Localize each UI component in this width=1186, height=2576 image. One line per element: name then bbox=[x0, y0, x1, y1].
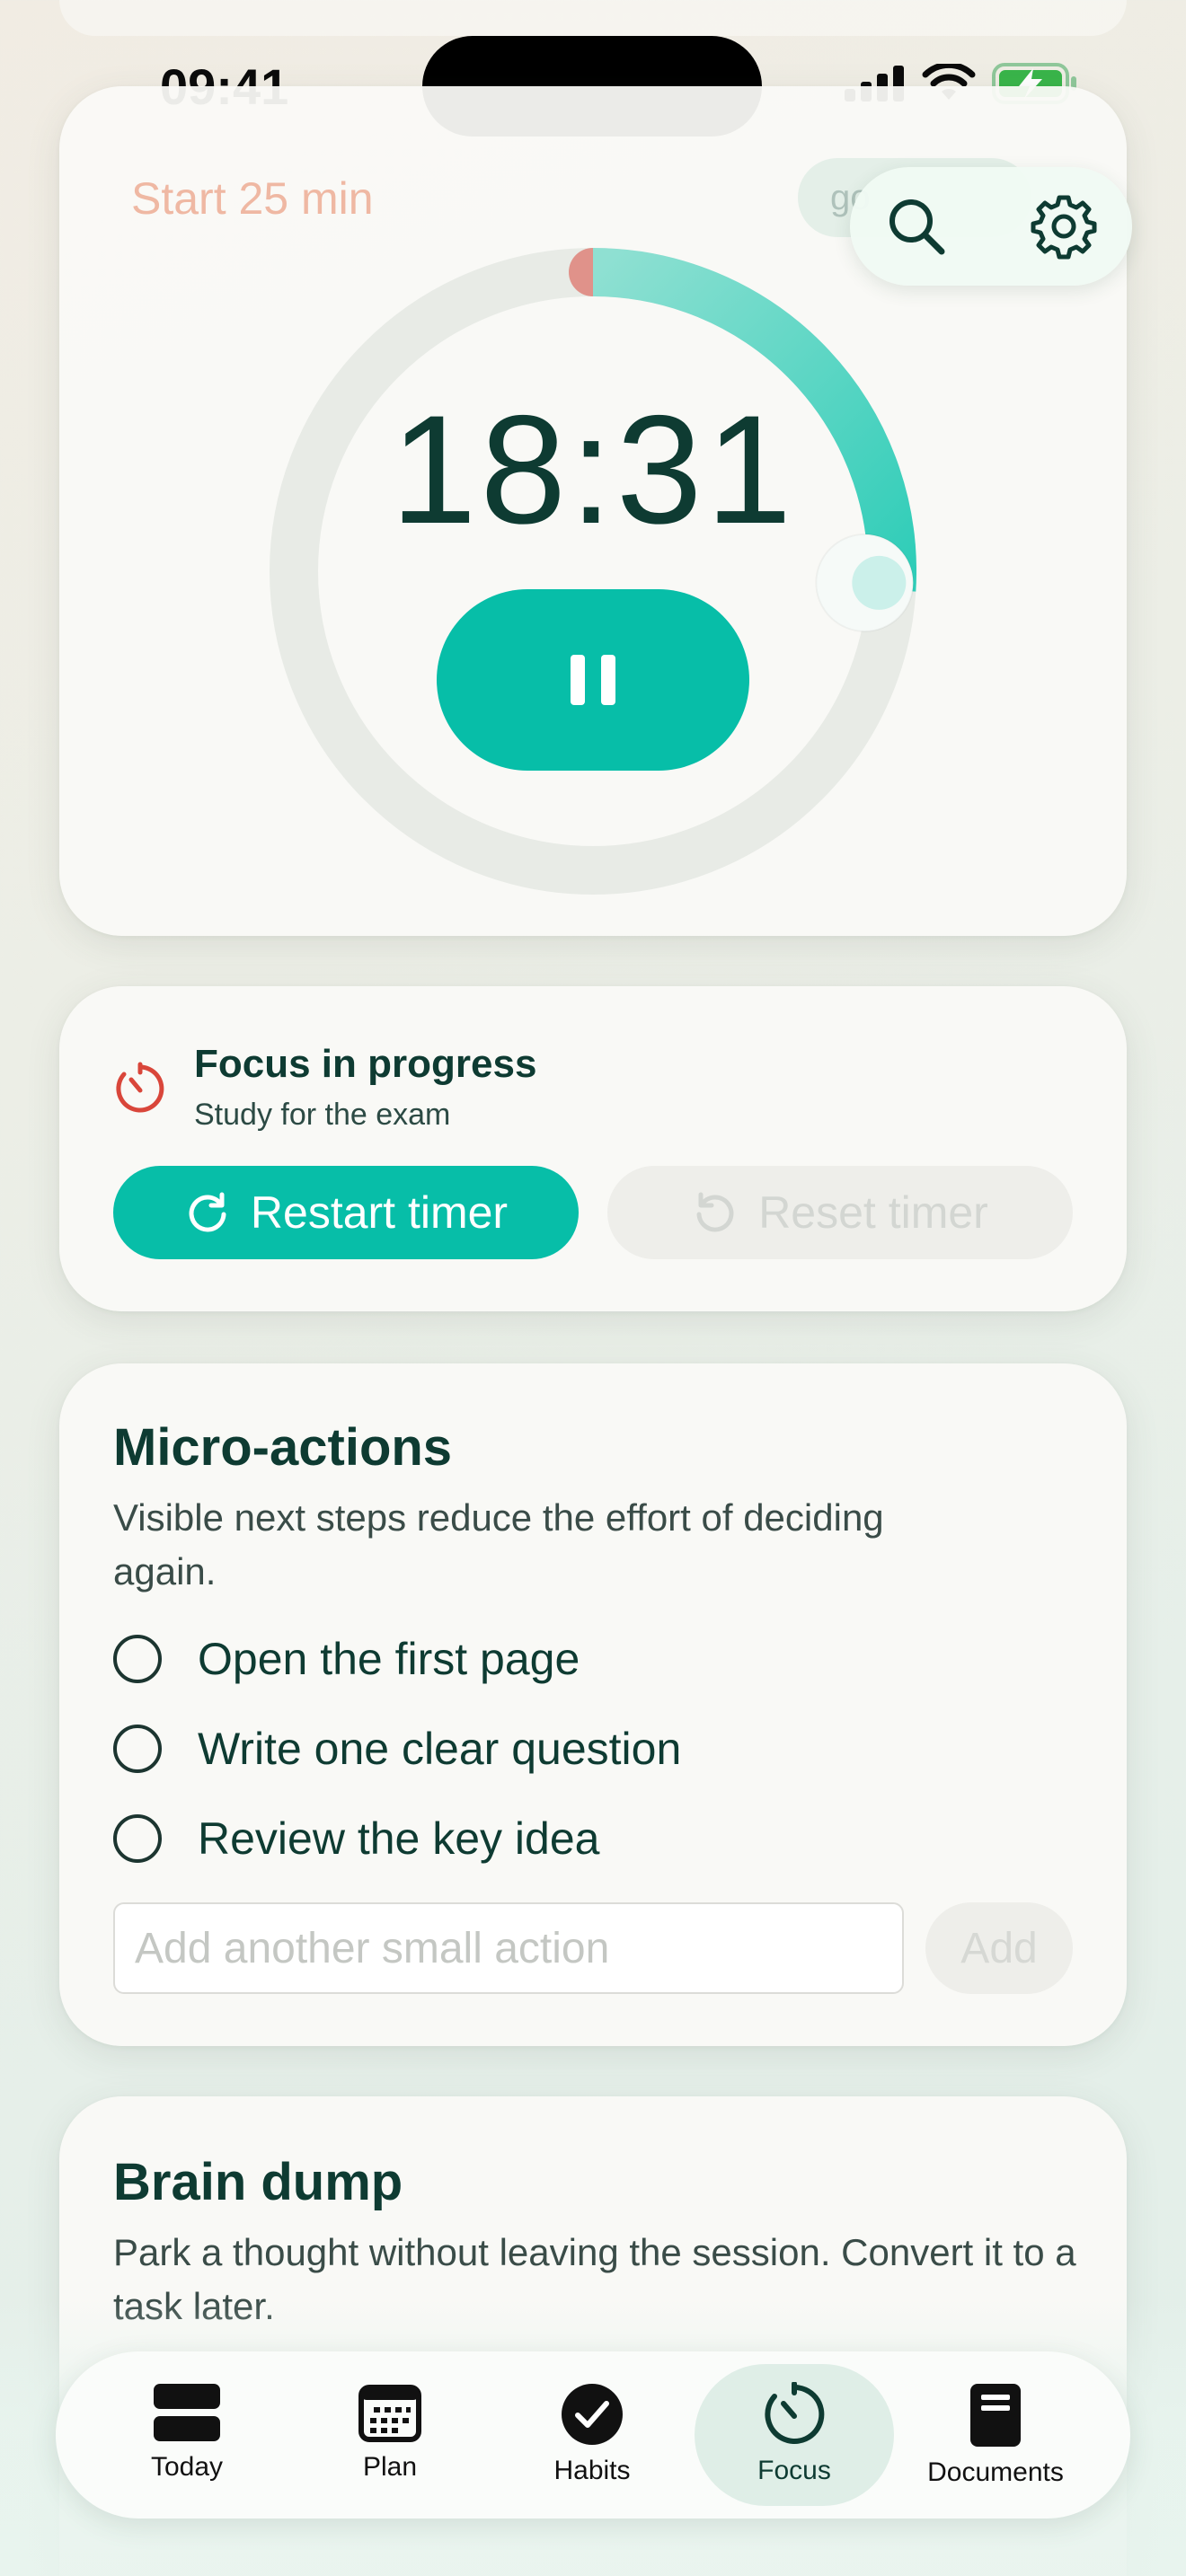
checkmark-circle-icon bbox=[562, 2384, 623, 2445]
micro-actions-title: Micro-actions bbox=[113, 1418, 453, 1477]
time-remaining: 18:31 bbox=[390, 384, 796, 556]
micro-action-label: Write one clear question bbox=[198, 1724, 682, 1774]
start-duration-label[interactable]: Start 25 min bbox=[131, 172, 374, 225]
ring-knob-inner bbox=[852, 555, 907, 610]
checkbox-circle-icon[interactable] bbox=[113, 1635, 162, 1683]
calendar-icon bbox=[358, 2385, 421, 2442]
search-icon bbox=[890, 199, 945, 255]
reset-timer-button[interactable]: Reset timer bbox=[607, 1166, 1073, 1259]
tab-documents-label: Documents bbox=[927, 2457, 1064, 2487]
focus-task-name: Study for the exam bbox=[194, 1098, 451, 1132]
tab-focus-label: Focus bbox=[757, 2456, 831, 2485]
document-icon bbox=[970, 2384, 1021, 2447]
micro-action-item[interactable]: Review the key idea bbox=[113, 1813, 599, 1865]
today-icon bbox=[154, 2384, 220, 2441]
focus-status-title: Focus in progress bbox=[194, 1042, 537, 1086]
checkbox-circle-icon[interactable] bbox=[113, 1814, 162, 1863]
restart-timer-button[interactable]: Restart timer bbox=[113, 1166, 579, 1259]
focus-progress-card bbox=[59, 986, 1127, 1311]
checkbox-circle-icon[interactable] bbox=[113, 1725, 162, 1773]
restart-icon bbox=[189, 1192, 226, 1232]
pause-button[interactable] bbox=[437, 589, 749, 771]
pause-icon-bar-left bbox=[571, 655, 585, 705]
tab-documents[interactable]: Documents bbox=[896, 2364, 1095, 2506]
pause-icon-bar-right bbox=[601, 655, 615, 705]
micro-action-item[interactable]: Open the first page bbox=[113, 1633, 580, 1685]
timer-ring bbox=[270, 248, 916, 895]
reset-icon bbox=[696, 1192, 734, 1232]
tab-plan-label: Plan bbox=[362, 2452, 418, 2482]
tab-today[interactable]: Today bbox=[87, 2364, 287, 2506]
reset-timer-label: Reset timer bbox=[758, 1187, 988, 1238]
tab-today-label: Today bbox=[150, 2452, 224, 2482]
top-action-capsule bbox=[850, 167, 1132, 286]
search-button[interactable] bbox=[881, 190, 952, 262]
micro-action-label: Review the key idea bbox=[198, 1813, 600, 1864]
tab-focus[interactable]: Focus bbox=[695, 2364, 894, 2506]
brain-dump-title: Brain dump bbox=[113, 2153, 403, 2211]
gear-icon bbox=[1031, 195, 1097, 260]
tab-plan[interactable]: Plan bbox=[290, 2364, 490, 2506]
timer-icon bbox=[116, 1062, 164, 1113]
add-action-button[interactable]: Add bbox=[925, 1902, 1073, 1994]
tab-habits-label: Habits bbox=[553, 2456, 631, 2485]
add-action-input[interactable] bbox=[113, 1902, 904, 1994]
previous-card-edge bbox=[59, 0, 1127, 36]
timer-icon bbox=[765, 2382, 825, 2444]
restart-timer-label: Restart timer bbox=[250, 1187, 509, 1238]
settings-button[interactable] bbox=[1028, 190, 1100, 262]
micro-actions-description: Visible next steps reduce the effort of … bbox=[113, 1496, 884, 1592]
micro-action-item[interactable]: Write one clear question bbox=[113, 1723, 681, 1775]
micro-action-label: Open the first page bbox=[198, 1634, 580, 1684]
tab-habits[interactable]: Habits bbox=[492, 2364, 692, 2506]
